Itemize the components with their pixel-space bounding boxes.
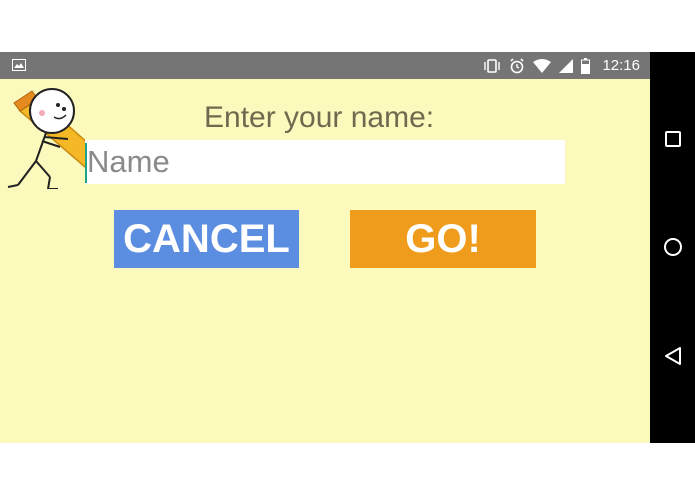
status-bar: 12:16 (0, 52, 650, 79)
name-input[interactable] (85, 140, 565, 184)
battery-icon (581, 57, 591, 74)
recents-button[interactable] (650, 119, 695, 159)
back-icon (664, 347, 681, 365)
phone-screen: 12:16 Enter your name: Name CANCEL GO! (0, 52, 695, 443)
app-content: Enter your name: CANCEL GO! (0, 79, 650, 443)
recents-icon (664, 131, 681, 147)
image-notification-icon (12, 59, 26, 71)
go-button[interactable]: GO! (350, 210, 536, 268)
wifi-icon (533, 58, 552, 73)
back-button[interactable] (650, 336, 695, 376)
home-button[interactable] (650, 227, 695, 267)
navigation-bar (650, 52, 695, 443)
home-icon (663, 238, 682, 256)
text-caret (85, 143, 87, 183)
status-icons: 12:16 (483, 52, 640, 79)
name-prompt-label: Enter your name: (204, 101, 435, 134)
alarm-icon (510, 57, 525, 73)
cancel-button[interactable]: CANCEL (114, 210, 299, 268)
vibrate-icon (484, 58, 501, 73)
status-time: 12:16 (602, 57, 640, 74)
cell-signal-icon (559, 58, 574, 73)
